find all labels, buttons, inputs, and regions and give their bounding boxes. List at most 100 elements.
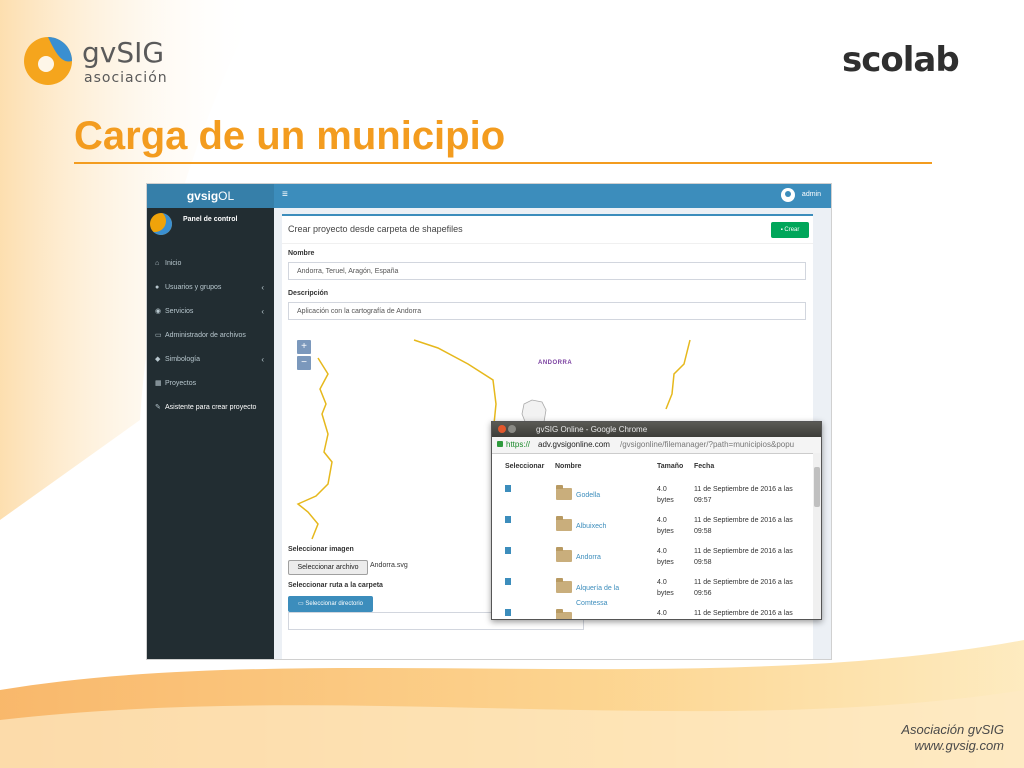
table-row: Andorra 4.0 bytes 11 de Septiembre de 20… xyxy=(492,543,813,574)
col-date-header[interactable]: Fecha xyxy=(694,463,714,470)
folder-icon xyxy=(556,547,572,562)
close-icon[interactable] xyxy=(498,425,506,433)
create-button[interactable]: ▪ Crear xyxy=(771,222,809,238)
chevron-left-icon: ‹ xyxy=(261,283,264,292)
chevron-left-icon: ‹ xyxy=(261,307,264,316)
chevron-left-icon: ‹ xyxy=(261,355,264,364)
sidebar-item-label: Administrador de archivos xyxy=(165,332,246,339)
user-panel-label: Panel de control xyxy=(183,216,238,223)
divider xyxy=(282,243,813,244)
sidebar-item-label: Proyectos xyxy=(165,380,197,387)
file-size: 4.0 bytes xyxy=(657,579,674,597)
popup-titlebar[interactable]: gvSIG Online - Google Chrome xyxy=(492,422,821,437)
top-navbar: ≡ admin xyxy=(274,184,831,208)
box-title: Crear proyecto desde carpeta de shapefil… xyxy=(288,224,463,234)
user-panel: Panel de control xyxy=(147,208,274,242)
zoom-out-button[interactable]: − xyxy=(297,356,311,370)
avatar xyxy=(150,213,172,235)
users-icon: ● xyxy=(155,284,160,291)
sidebar-menu: ⌂ Inicio ● Usuarios y grupos ‹ ◉ Servicios ‹ … xyxy=(147,252,274,420)
name-field[interactable]: Andorra, Teruel, Aragón, España xyxy=(288,262,806,280)
folder-open-icon: ▭ xyxy=(155,332,162,339)
file-name-link[interactable]: Andorra xyxy=(576,550,646,565)
footer-url[interactable]: www.gvsig.com xyxy=(901,738,1004,754)
sidebar-item-label: Inicio xyxy=(165,260,182,267)
admin-user-label[interactable]: admin xyxy=(802,191,821,198)
choose-file-button[interactable]: Seleccionar archivo xyxy=(288,560,368,575)
brand-logo[interactable]: gvsigOL xyxy=(147,184,274,208)
file-date: 11 de Septiembre de 2016 a las 09:57 xyxy=(694,486,793,504)
map-label-andorra: ANDORRA xyxy=(538,360,573,366)
popup-title: gvSIG Online - Google Chrome xyxy=(536,425,648,434)
lock-icon xyxy=(497,441,503,447)
file-date: 11 de Septiembre de 2016 a las 09:56 xyxy=(694,579,793,597)
select-directory-button[interactable]: ▭ Seleccionar directorio xyxy=(288,596,373,612)
zoom-in-button[interactable]: + xyxy=(297,340,311,354)
scroll-thumb[interactable] xyxy=(814,467,820,507)
brand-bold: gvsig xyxy=(186,189,219,203)
address-bar[interactable]: https:// adv.gvsigonline.com /gvsigonlin… xyxy=(492,437,821,454)
create-button-label: Crear xyxy=(784,227,800,233)
image-label: Seleccionar imagen xyxy=(288,546,354,553)
sidebar-item-proyectos[interactable]: ▦ Proyectos xyxy=(147,372,274,396)
select-file-icon[interactable] xyxy=(505,609,511,616)
footer: Asociación gvSIG www.gvsig.com xyxy=(901,722,1004,754)
file-table: Seleccionar Nombre Tamaño Fecha Godella … xyxy=(492,453,813,619)
file-date: 11 de Septiembre de 2016 a las xyxy=(694,610,793,617)
title-underline xyxy=(74,162,932,164)
description-label: Descripción xyxy=(288,290,329,297)
file-size: 4.0 xyxy=(657,610,667,617)
col-size-header[interactable]: Tamaño xyxy=(657,463,683,470)
gvsig-logo: gvSIG asociación xyxy=(22,34,172,94)
user-icon[interactable] xyxy=(781,188,795,202)
description-field[interactable]: Aplicación con la cartografía de Andorra xyxy=(288,302,806,320)
file-date: 11 de Septiembre de 2016 a las 09:58 xyxy=(694,517,793,535)
file-name-link[interactable]: Albuixech xyxy=(576,519,646,534)
file-name-link[interactable]: Godella xyxy=(576,488,646,503)
cubes-icon: ▦ xyxy=(155,380,162,387)
footer-org-name: Asociación gvSIG xyxy=(901,722,1004,737)
sidebar-item-simbologia[interactable]: ◆ Simbología ‹ xyxy=(147,348,274,372)
url-path: /gvsigonline/filemanager/?path=municipio… xyxy=(620,440,795,449)
sidebar-item-label: Usuarios y grupos xyxy=(165,284,222,291)
globe-icon: ◉ xyxy=(155,308,162,315)
selected-file-name: Andorra.svg xyxy=(370,562,408,569)
slide-title: Carga de un municipio xyxy=(74,114,506,158)
col-select-header: Seleccionar xyxy=(505,463,545,470)
folder-icon xyxy=(556,485,572,500)
file-size: 4.0 bytes xyxy=(657,486,674,504)
col-name-header[interactable]: Nombre xyxy=(555,463,581,470)
table-row: Godella 4.0 bytes 11 de Septiembre de 20… xyxy=(492,481,813,512)
select-file-icon[interactable] xyxy=(505,485,511,492)
file-size: 4.0 bytes xyxy=(657,548,674,566)
file-date: 11 de Septiembre de 2016 a las 09:58 xyxy=(694,548,793,566)
folder-icon xyxy=(556,516,572,531)
gvsig-logo-sub: asociación xyxy=(84,70,168,86)
gvsig-logo-name: gvSIG xyxy=(82,36,165,69)
sidebar-item-asistente[interactable]: ✎ Asistente para crear proyecto xyxy=(147,396,274,420)
table-row: 4.0 11 de Septiembre de 2016 a las xyxy=(492,605,813,619)
home-icon: ⌂ xyxy=(155,260,160,267)
sidebar: gvsigOL Panel de control ⌂ Inicio ● Usuari… xyxy=(147,184,274,659)
sidebar-item-usuarios[interactable]: ● Usuarios y grupos ‹ xyxy=(147,276,274,300)
menu-toggle-icon[interactable]: ≡ xyxy=(282,189,288,200)
name-label: Nombre xyxy=(288,250,315,257)
sidebar-item-servicios[interactable]: ◉ Servicios ‹ xyxy=(147,300,274,324)
select-file-icon[interactable] xyxy=(505,516,511,523)
sidebar-item-label: Simbología xyxy=(165,356,201,363)
minimize-icon[interactable] xyxy=(508,425,516,433)
path-label: Seleccionar ruta a la carpeta xyxy=(288,582,383,589)
filemanager-popup-window: gvSIG Online - Google Chrome https:// ad… xyxy=(491,421,822,620)
file-size: 4.0 bytes xyxy=(657,517,674,535)
scolab-logo: scolab xyxy=(842,40,960,80)
sidebar-item-archivos[interactable]: ▭ Administrador de archivos xyxy=(147,324,274,348)
select-file-icon[interactable] xyxy=(505,578,511,585)
magic-icon: ✎ xyxy=(155,404,161,411)
url-host: adv.gvsigonline.com xyxy=(538,440,610,449)
folder-icon xyxy=(556,578,572,593)
select-file-icon[interactable] xyxy=(505,547,511,554)
sidebar-item-inicio[interactable]: ⌂ Inicio xyxy=(147,252,274,276)
popup-scrollbar[interactable] xyxy=(813,453,821,619)
tags-icon: ◆ xyxy=(155,356,161,363)
url-scheme: https:// xyxy=(506,440,531,449)
